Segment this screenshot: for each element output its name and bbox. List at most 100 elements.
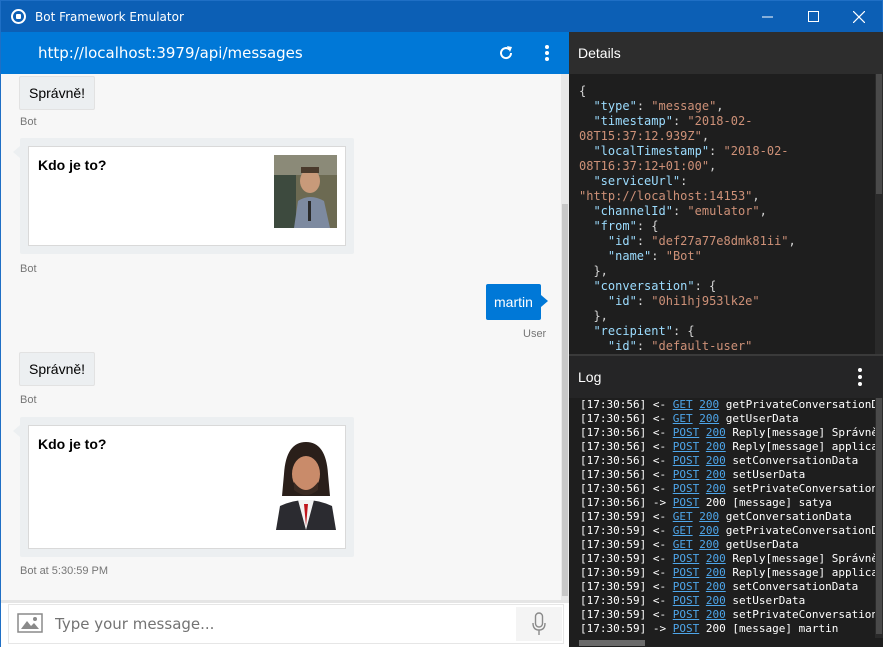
log-vertical-scrollbar[interactable] <box>875 398 883 638</box>
chat-scrollbar[interactable] <box>561 74 569 600</box>
log-status-link[interactable]: 200 <box>706 566 726 579</box>
message-meta: Bot <box>20 116 37 128</box>
log-status-link[interactable]: 200 <box>699 538 719 551</box>
log-method-link[interactable]: POST <box>673 468 700 481</box>
json-punct <box>579 249 608 263</box>
log-method-link[interactable]: GET <box>673 510 693 523</box>
log-method-link[interactable]: GET <box>673 398 693 411</box>
log-status-link[interactable]: 200 <box>706 426 726 439</box>
log-method-link[interactable]: GET <box>673 538 693 551</box>
log-view[interactable]: [17:30:56] <- GET 200 getPrivateConversa… <box>569 398 875 638</box>
log-status-link[interactable]: 200 <box>699 398 719 411</box>
log-header: Log <box>569 356 883 398</box>
chat-menu-button[interactable] <box>536 42 558 64</box>
log-text: Reply[message] Správně <box>732 552 875 565</box>
log-time: [17:30:59] <box>580 608 647 621</box>
json-punct: : { <box>636 219 659 233</box>
log-direction: <- <box>652 468 667 481</box>
log-vertical-scroll-thumb[interactable] <box>876 398 882 634</box>
log-method-link[interactable]: POST <box>673 552 700 565</box>
log-line: [17:30:56] <- POST 200 setUserData <box>580 468 875 482</box>
maximize-button[interactable] <box>790 1 836 32</box>
refresh-button[interactable] <box>495 42 517 64</box>
hero-card[interactable]: Kdo je to? <box>28 146 346 246</box>
log-method-link[interactable]: GET <box>673 524 693 537</box>
log-time: [17:30:59] <box>580 566 647 579</box>
json-line: "conversation": { <box>579 279 875 294</box>
json-line: 08T16:37:12+01:00", <box>579 159 875 174</box>
json-key: "name" <box>607 249 652 263</box>
more-vertical-icon <box>858 368 862 372</box>
log-method-link[interactable]: POST <box>673 482 700 495</box>
bot-message[interactable]: Správně! <box>19 352 96 386</box>
endpoint-url[interactable]: http://localhost:3979/api/messages <box>38 44 303 62</box>
log-status-link[interactable]: 200 <box>706 552 726 565</box>
log-status-link[interactable]: 200 <box>706 454 726 467</box>
details-scrollbar[interactable] <box>875 74 883 354</box>
json-key: "id" <box>607 234 637 248</box>
chat-scroll-thumb[interactable] <box>562 204 568 596</box>
bot-message[interactable]: Správně! <box>19 76 96 110</box>
user-message[interactable]: martin <box>486 284 548 320</box>
log-method-link[interactable]: GET <box>673 412 693 425</box>
log-direction: <- <box>652 524 667 537</box>
log-status-link[interactable]: 200 <box>699 524 719 537</box>
log-method-link[interactable]: POST <box>673 454 700 467</box>
log-line: [17:30:59] <- GET 200 getPrivateConversa… <box>580 524 875 538</box>
json-punct: { <box>579 84 587 98</box>
log-text: setPrivateConversation <box>732 482 875 495</box>
json-line: "id": "default-user" <box>579 339 875 354</box>
json-line: "id": "0hi1hj953lk2e" <box>579 294 875 309</box>
log-time: [17:30:56] <box>580 426 647 439</box>
message-input[interactable] <box>55 611 495 637</box>
log-method-link[interactable]: POST <box>673 594 700 607</box>
message-meta: User <box>523 328 547 340</box>
details-scroll-thumb[interactable] <box>876 74 882 194</box>
log-method-link[interactable]: POST <box>673 580 700 593</box>
log-menu-button[interactable] <box>855 368 865 386</box>
log-status-link[interactable]: 200 <box>706 482 726 495</box>
log-status-link[interactable]: 200 <box>699 412 719 425</box>
json-line: 08T15:37:12.939Z", <box>579 129 875 144</box>
refresh-icon <box>500 46 513 60</box>
card-title: Kdo je to? <box>38 436 107 452</box>
log-method-link[interactable]: POST <box>673 608 700 621</box>
json-line: "recipient": { <box>579 324 875 339</box>
log-method-link[interactable]: POST <box>673 496 700 509</box>
bot-message-text: Správně! <box>29 85 86 101</box>
hero-card[interactable]: Kdo je to? <box>28 425 346 549</box>
log-text: [message] martin <box>732 622 839 635</box>
minimize-button[interactable] <box>744 1 790 32</box>
log-horizontal-scrollbar[interactable] <box>569 638 883 647</box>
card-title: Kdo je to? <box>38 157 107 173</box>
chat-history[interactable]: Správně! Bot Kdo je to? Bot martin User … <box>1 74 561 600</box>
log-time: [17:30:59] <box>580 538 647 551</box>
log-direction: <- <box>652 398 667 411</box>
log-direction: <- <box>652 426 667 439</box>
log-horizontal-scroll-thumb[interactable] <box>579 640 645 646</box>
log-time: [17:30:56] <box>580 412 647 425</box>
log-method-link[interactable]: POST <box>673 566 700 579</box>
log-time: [17:30:59] <box>580 580 647 593</box>
json-string: "default-user" <box>651 339 753 353</box>
details-json-view[interactable]: { "type": "message", "timestamp": "2018-… <box>569 74 875 354</box>
log-method-link[interactable]: POST <box>673 440 700 453</box>
chat-pane: http://localhost:3979/api/messages Správ… <box>1 32 569 647</box>
more-vertical-icon <box>545 45 549 61</box>
log-status-link[interactable]: 200 <box>706 468 726 481</box>
log-status-link[interactable]: 200 <box>699 510 719 523</box>
json-line: "serviceUrl": <box>579 174 875 189</box>
log-method-link[interactable]: POST <box>673 426 700 439</box>
log-status-link[interactable]: 200 <box>706 608 726 621</box>
upload-image-button[interactable] <box>15 611 45 635</box>
log-title: Log <box>578 369 602 385</box>
json-string: "0hi1hj953lk2e" <box>651 294 760 308</box>
log-status-link[interactable]: 200 <box>706 440 726 453</box>
log-time: [17:30:56] <box>580 454 647 467</box>
microphone-button[interactable] <box>516 607 562 641</box>
close-button[interactable] <box>836 1 882 32</box>
log-method-link[interactable]: POST <box>673 622 700 635</box>
log-status-link[interactable]: 200 <box>706 594 726 607</box>
window-title: Bot Framework Emulator <box>35 9 184 24</box>
log-status-link[interactable]: 200 <box>706 580 726 593</box>
